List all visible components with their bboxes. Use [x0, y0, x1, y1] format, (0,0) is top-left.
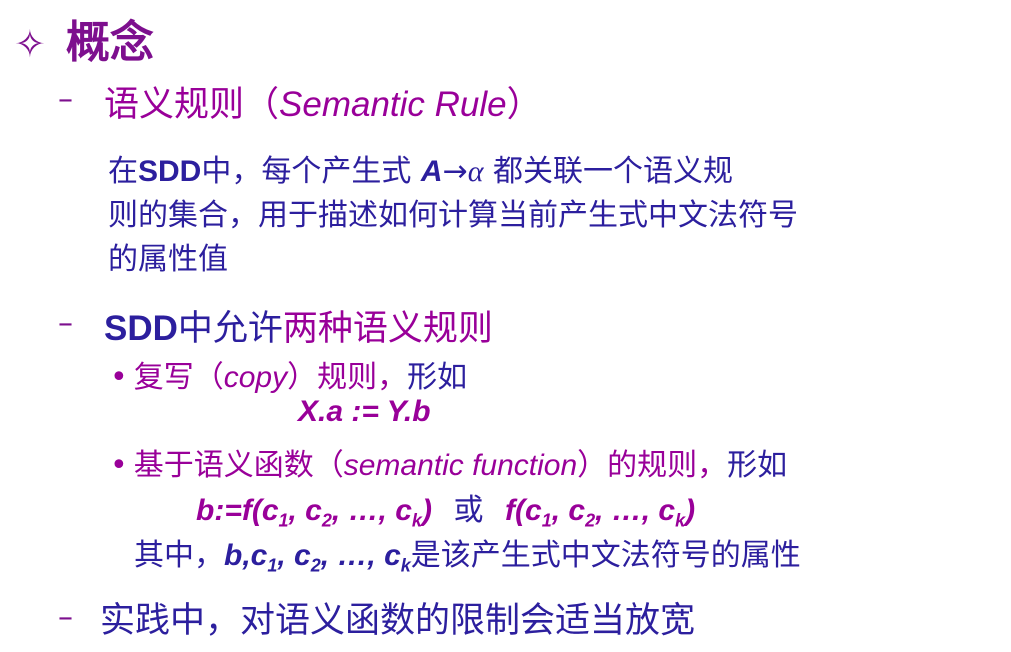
- diamond-bullet-icon: ✧: [14, 22, 46, 66]
- section1-dash: –: [58, 82, 73, 117]
- section1-para-line2: 则的集合，用于描述如何计算当前产生式中文法符号: [108, 198, 798, 233]
- page-title: 概念: [65, 17, 154, 68]
- section2-heading: SDD中允许两种语义规则: [104, 309, 493, 349]
- section2-dash: –: [58, 306, 73, 341]
- bullet-copy-rule: • 复写（copy）规则，形如: [110, 360, 468, 395]
- section1-para-line3: 的属性值: [108, 242, 228, 277]
- section3-dash: –: [58, 600, 73, 635]
- bullet-dot-icon: •: [110, 448, 128, 483]
- copy-rule-formula: X.a := Y.b: [298, 395, 431, 428]
- section3-text: 实践中，对语义函数的限制会适当放宽: [100, 601, 696, 641]
- formula-call: f(c1, c2, …, ck): [505, 494, 696, 531]
- or-word: 或: [453, 493, 484, 528]
- semantic-function-where: 其中，b,c1, c2, …, ck是该产生式中文法符号的属性: [134, 538, 801, 576]
- section1-para-line1: 在SDD中，每个产生式 A→α 都关联一个语义规: [108, 154, 733, 189]
- formula-assign: b:=f(c1, c2, …, ck): [196, 494, 432, 531]
- title-row: ✧ 概念: [14, 6, 154, 70]
- semantic-function-formula: b:=f(c1, c2, …, ck) 或 f(c1, c2, …, ck): [196, 485, 695, 529]
- bullet-dot-icon: •: [110, 360, 128, 395]
- bullet-semantic-function-rule: • 基于语义函数（semantic function）的规则，形如: [110, 448, 788, 483]
- section1-heading: 语义规则（Semantic Rule）: [104, 85, 542, 125]
